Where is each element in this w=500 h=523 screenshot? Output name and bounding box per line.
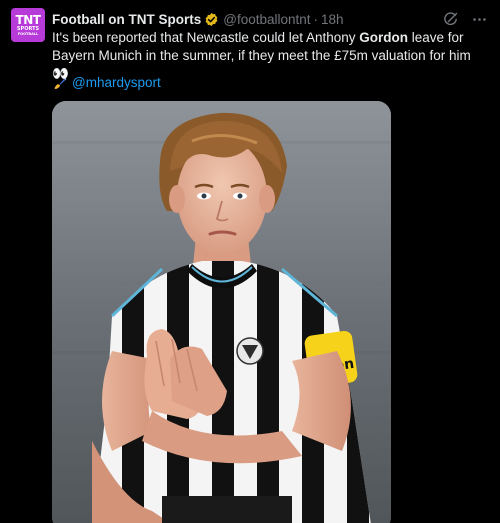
author-handle[interactable]: @footballontnt — [223, 12, 310, 27]
verified-badge-icon[interactable] — [204, 12, 219, 27]
tweet-media-photo[interactable]: noon — [52, 101, 391, 523]
tweet[interactable]: TNT SPORTS FOOTBALL Football on TNT Spor… — [0, 0, 500, 523]
avatar-text-tnt: TNT — [15, 12, 41, 27]
writing-hand-icon — [52, 76, 67, 91]
author-display-name[interactable]: Football on TNT Sports — [52, 12, 201, 27]
grok-icon[interactable] — [442, 11, 459, 28]
tweet-text-part-1: It's been reported that Newcastle could … — [52, 30, 360, 45]
author-avatar[interactable]: TNT SPORTS FOOTBALL — [11, 8, 45, 42]
separator-dot: · — [313, 11, 319, 27]
header-actions — [442, 9, 488, 29]
tweet-header: Football on TNT Sports @footballontnt · … — [52, 9, 488, 29]
tweet-time[interactable]: 18h — [321, 12, 344, 27]
tweet-credit: @mhardysport — [52, 74, 161, 92]
more-icon[interactable] — [471, 11, 488, 28]
avatar-text-football: FOOTBALL — [17, 31, 39, 36]
player-photo-illustration: noon — [52, 101, 391, 523]
tweet-text-bold: Gordon — [359, 30, 409, 45]
mention-link[interactable]: @mhardysport — [72, 74, 161, 92]
avatar-text-sports: SPORTS — [16, 25, 40, 32]
